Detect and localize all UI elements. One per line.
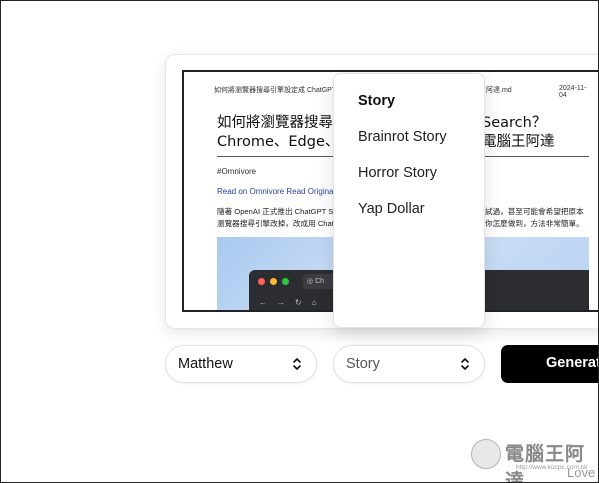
document-body-line1-end: 試過，甚至可能會希望把原本 <box>485 207 584 216</box>
document-header-title: 如何將瀏覽器搜尋引擎設定成 ChatGPT S <box>214 87 343 94</box>
story-type-select[interactable]: Story <box>333 345 485 383</box>
menu-item-horror-story[interactable]: Horror Story <box>358 165 437 181</box>
watermark-love: Love <box>567 465 596 480</box>
watermark-logo: 電腦王阿達 http://www.kocpc.com.tw Love <box>471 437 598 482</box>
voice-select-value: Matthew <box>178 356 233 372</box>
mascot-icon <box>471 439 501 469</box>
document-body-line1: 隨著 OpenAI 正式推出 ChatGPT Se <box>217 207 338 216</box>
document-title-line2-end: 電腦王阿達 <box>482 134 555 150</box>
story-type-menu: Story Brainrot Story Horror Story Yap Do… <box>333 73 485 328</box>
app-frame: 如何將瀏覽器搜尋引擎設定成 ChatGPT S 阿達.md 2024-11-04… <box>0 0 599 483</box>
document-links[interactable]: Read on Omnivore Read Original <box>217 187 335 196</box>
updown-chevron-icon <box>461 358 469 370</box>
document-body-line2-end: 你怎麼做到，方法非常簡單。 <box>485 219 584 228</box>
close-dot-icon <box>258 278 265 285</box>
browser-nav-icons: ←→↻⌂ <box>259 298 327 307</box>
document-header-date: 2024-11-04 <box>559 85 587 99</box>
document-tag: #Omnivore <box>217 167 257 176</box>
generate-button[interactable]: Generate <box>501 345 598 383</box>
minimize-dot-icon <box>270 278 277 285</box>
document-title-line2: Chrome、Edge、 <box>217 134 340 150</box>
document-title-line1-end: Search？ <box>482 115 547 131</box>
updown-chevron-icon <box>293 358 301 370</box>
voice-select[interactable]: Matthew <box>165 345 317 383</box>
menu-item-yap-dollar[interactable]: Yap Dollar <box>358 201 425 217</box>
menu-item-brainrot-story[interactable]: Brainrot Story <box>358 129 447 145</box>
menu-item-story[interactable]: Story <box>358 93 395 109</box>
document-title-line1: 如何將瀏覽器搜尋 <box>217 115 333 131</box>
maximize-dot-icon <box>282 278 289 285</box>
document-body-line2: 瀏覽器搜尋引擎改掉，改成用 Chat <box>217 219 334 228</box>
document-header-filename: 阿達.md <box>486 87 512 94</box>
story-type-select-value: Story <box>346 356 380 372</box>
